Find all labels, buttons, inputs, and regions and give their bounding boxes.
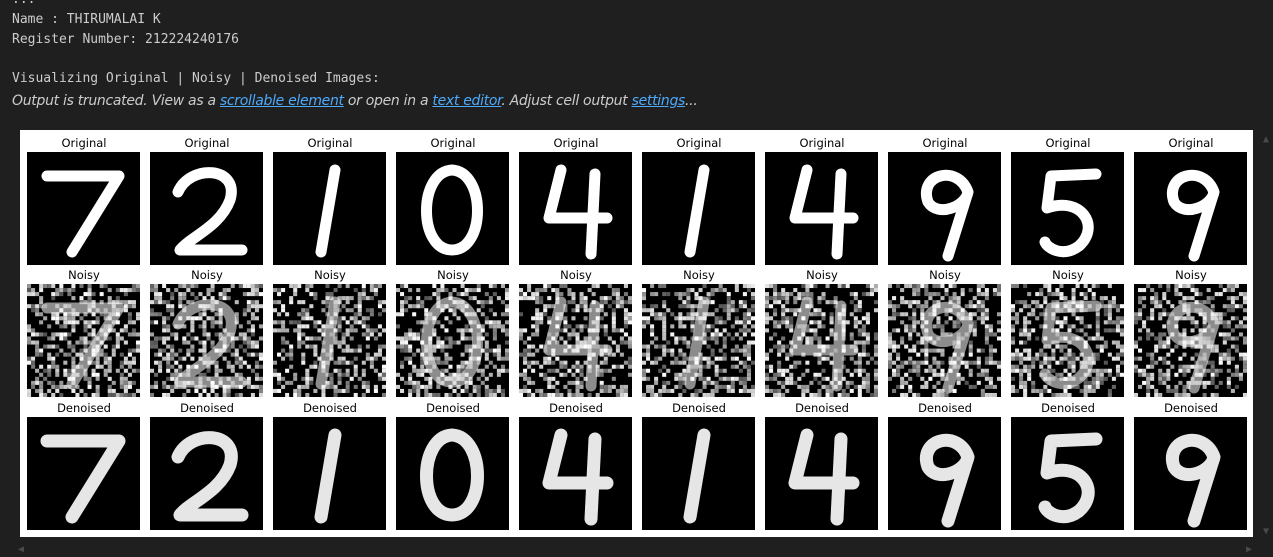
subplot-title-original: Original: [676, 136, 722, 150]
original-digit-image: [1134, 152, 1247, 265]
subplot-title-denoised: Denoised: [795, 401, 849, 415]
subplot-title-denoised: Denoised: [426, 401, 480, 415]
subplot-title-noisy: Noisy: [683, 268, 715, 282]
subplot-title-noisy: Noisy: [68, 268, 100, 282]
noisy-digit-image: [396, 284, 509, 397]
denoised-digit-image: [888, 417, 1001, 530]
noisy-digit-image: [1011, 284, 1124, 397]
denoised-digit-image: [273, 417, 386, 530]
subplot-title-denoised: Denoised: [57, 401, 111, 415]
name-line: Name : THIRUMALAI K: [12, 12, 161, 27]
subplot-title-original: Original: [307, 136, 353, 150]
subplot-title-original: Original: [1045, 136, 1091, 150]
subplot-title-denoised: Denoised: [303, 401, 357, 415]
subplot-title-noisy: Noisy: [560, 268, 592, 282]
subplot-title-denoised: Denoised: [549, 401, 603, 415]
denoised-digit-image: [1134, 417, 1247, 530]
image-grid-figure: Original Original Original Original Original…: [20, 130, 1253, 537]
original-digit-image: [27, 152, 140, 265]
original-digit-image: [150, 152, 263, 265]
subplot-title-original: Original: [430, 136, 476, 150]
register-number-line: Register Number: 212224240176: [12, 32, 239, 47]
original-digit-image: [642, 152, 755, 265]
denoised-digit-image: [642, 417, 755, 530]
truncation-middle: or open in a: [343, 93, 433, 109]
subplot-title-noisy: Noisy: [1175, 268, 1207, 282]
denoised-digit-image: [27, 417, 140, 530]
subplot-title-original: Original: [799, 136, 845, 150]
original-digit-image: [273, 152, 386, 265]
noisy-digit-image: [519, 284, 632, 397]
subplot-title-noisy: Noisy: [191, 268, 223, 282]
scrollable-element-link[interactable]: scrollable element: [220, 93, 344, 109]
original-digit-image: [888, 152, 1001, 265]
noisy-digit-image: [150, 284, 263, 397]
noisy-digit-image: [27, 284, 140, 397]
subplot-title-original: Original: [61, 136, 107, 150]
subplot-title-original: Original: [553, 136, 599, 150]
denoised-digit-image: [1011, 417, 1124, 530]
noisy-digit-image: [642, 284, 755, 397]
truncation-suffix: ...: [685, 93, 698, 109]
subplot-title-denoised: Denoised: [918, 401, 972, 415]
original-digit-image: [519, 152, 632, 265]
noisy-digit-image: [1134, 284, 1247, 397]
settings-link[interactable]: settings: [632, 93, 686, 109]
subplot-title-original: Original: [922, 136, 968, 150]
subplot-title-noisy: Noisy: [806, 268, 838, 282]
text-editor-link[interactable]: text editor: [432, 93, 501, 109]
subplot-title-denoised: Denoised: [1041, 401, 1095, 415]
noisy-digit-image: [765, 284, 878, 397]
truncation-notice: Output is truncated. View as a scrollabl…: [12, 93, 698, 109]
scroll-left-icon[interactable]: ◀: [18, 544, 24, 555]
original-digit-image: [396, 152, 509, 265]
subplot-title-original: Original: [184, 136, 230, 150]
original-digit-image: [765, 152, 878, 265]
scroll-down-icon[interactable]: ▼: [1263, 526, 1273, 537]
subplot-title-original: Original: [1168, 136, 1214, 150]
scroll-up-icon[interactable]: ▲: [1263, 134, 1273, 145]
subplot-title-noisy: Noisy: [314, 268, 346, 282]
denoised-digit-image: [519, 417, 632, 530]
noisy-digit-image: [888, 284, 1001, 397]
denoised-digit-image: [150, 417, 263, 530]
subplot-title-noisy: Noisy: [1052, 268, 1084, 282]
denoised-digit-image: [765, 417, 878, 530]
scroll-right-icon[interactable]: ▶: [1246, 544, 1252, 555]
subplot-title-denoised: Denoised: [1164, 401, 1218, 415]
noisy-digit-image: [273, 284, 386, 397]
subplot-title-denoised: Denoised: [672, 401, 726, 415]
subplot-title-denoised: Denoised: [180, 401, 234, 415]
denoised-digit-image: [396, 417, 509, 530]
visualizing-line: Visualizing Original | Noisy | Denoised …: [12, 71, 380, 86]
subplot-title-noisy: Noisy: [929, 268, 961, 282]
truncation-prefix: Output is truncated. View as a: [12, 93, 220, 109]
subplot-title-noisy: Noisy: [437, 268, 469, 282]
original-digit-image: [1011, 152, 1124, 265]
truncation-middle2: . Adjust cell output: [501, 93, 632, 109]
